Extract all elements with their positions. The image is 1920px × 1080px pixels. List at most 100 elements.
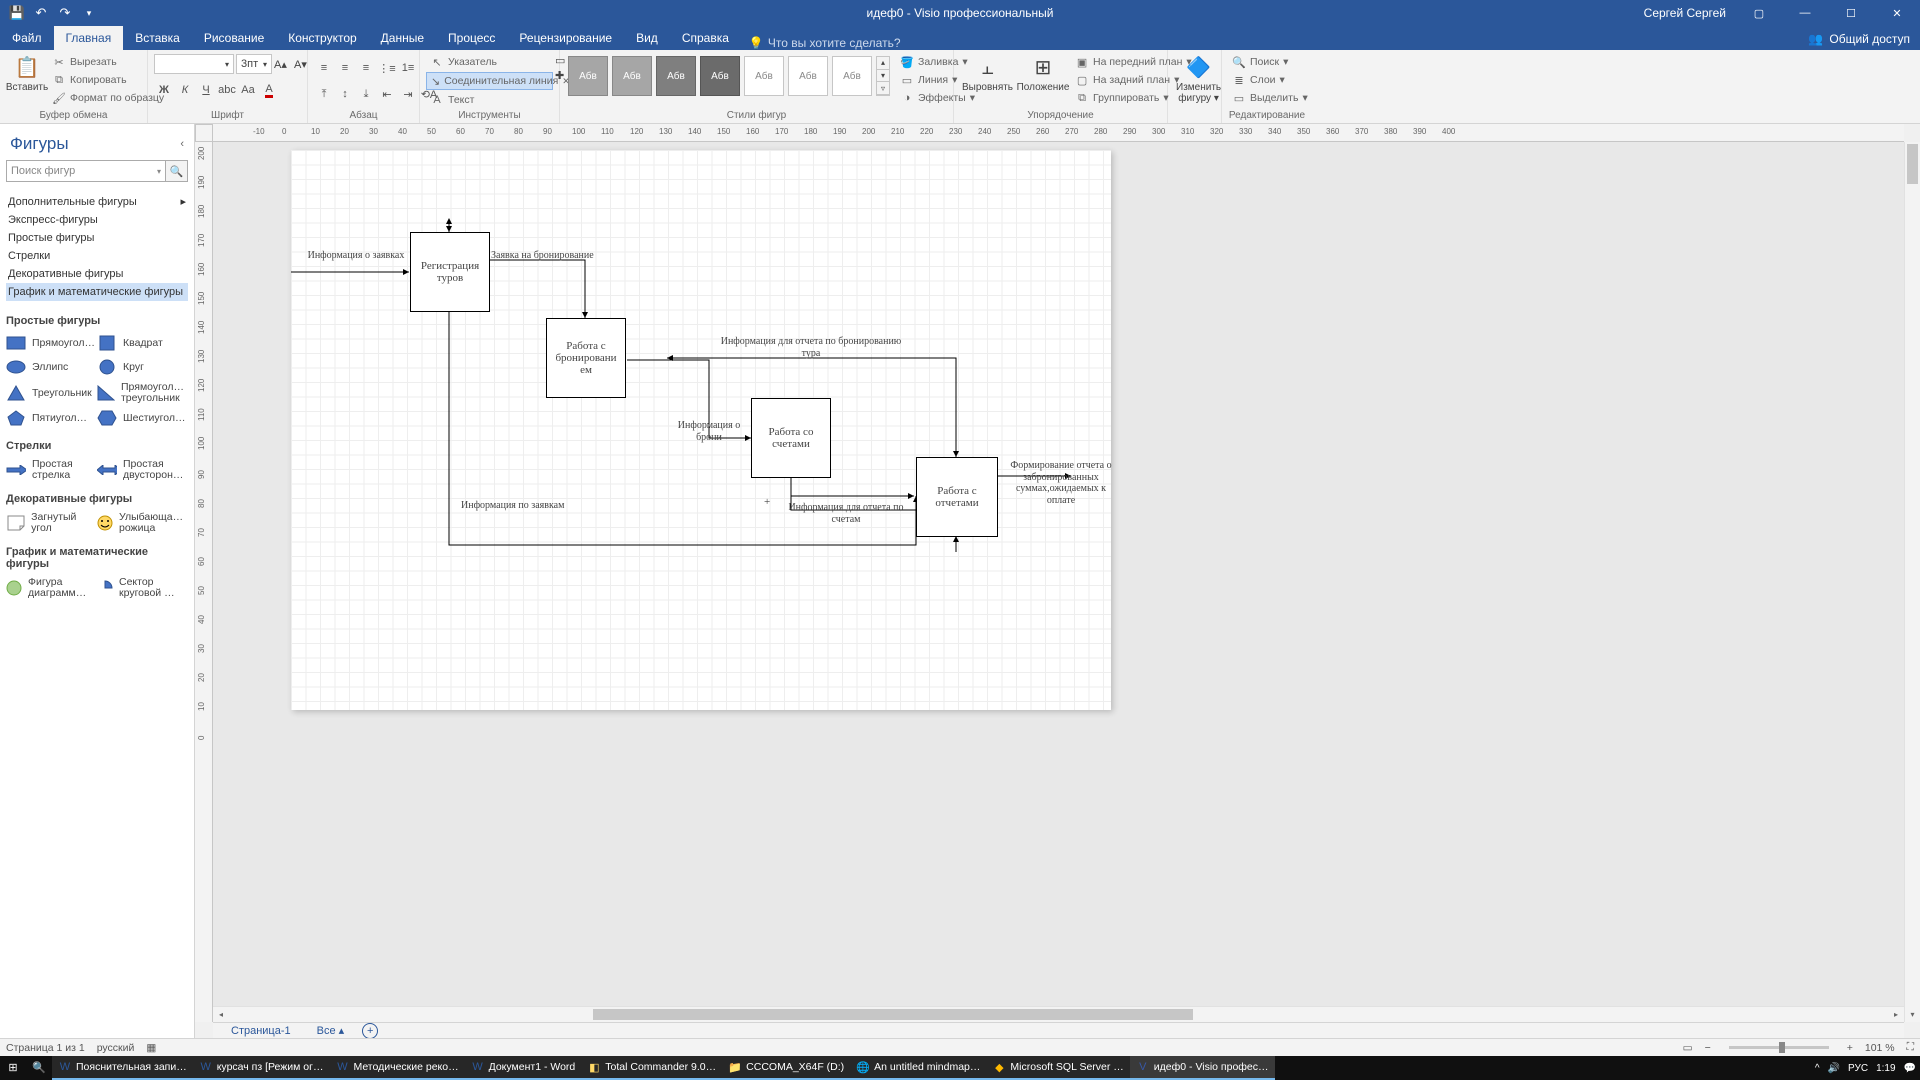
tray-time[interactable]: 1:19 — [1876, 1063, 1895, 1074]
stencil-item[interactable]: Стрелки — [6, 247, 188, 265]
shape-item[interactable]: Простая двусторон… — [97, 456, 188, 483]
shape-search-go[interactable]: 🔍 — [166, 160, 188, 182]
vertical-scrollbar[interactable]: ▴ ▾ — [1904, 142, 1920, 1022]
case-icon[interactable]: Aa — [238, 80, 258, 100]
shape-item[interactable]: Загнутый угол — [6, 509, 97, 536]
tab-insert[interactable]: Вставка — [123, 26, 192, 50]
taskbar-item[interactable]: 🌐An untitled mindmap… — [850, 1056, 986, 1080]
diagram-box[interactable]: Работа с бронировани ем — [546, 318, 626, 398]
valign-mid-icon[interactable]: ↕ — [335, 84, 355, 104]
add-page-button[interactable]: + — [362, 1023, 378, 1039]
select-button[interactable]: ▭Выделить ▾ — [1228, 90, 1312, 106]
shape-item[interactable]: Эллипс — [6, 355, 97, 379]
pointer-tool[interactable]: ↖Указатель — [426, 54, 553, 70]
align-button[interactable]: ⫠Выровнять — [960, 52, 1015, 97]
fit-page-icon[interactable]: ⛶ — [1907, 1041, 1914, 1054]
taskbar-item[interactable]: Wкурсач пз [Режим ог… — [193, 1056, 330, 1080]
grow-font-icon[interactable]: A▴ — [274, 58, 292, 71]
find-button[interactable]: 🔍Поиск ▾ — [1228, 54, 1312, 70]
zoom-out-icon[interactable]: − — [1705, 1042, 1711, 1054]
style-swatch[interactable]: Абв — [744, 56, 784, 96]
undo-icon[interactable]: ↶ — [30, 2, 52, 24]
shape-item[interactable]: Прямоугол… треугольник — [97, 379, 188, 406]
shape-item[interactable]: Простая стрелка — [6, 456, 97, 483]
tray-lang[interactable]: РУС — [1848, 1063, 1868, 1074]
taskbar-item[interactable]: WДокумент1 - Word — [465, 1056, 582, 1080]
horizontal-scrollbar[interactable]: ◂ ▸ — [213, 1006, 1904, 1022]
style-swatch[interactable]: Абв — [612, 56, 652, 96]
save-icon[interactable]: 💾 — [6, 2, 28, 24]
tab-view[interactable]: Вид — [624, 26, 670, 50]
tab-review[interactable]: Рецензирование — [507, 26, 624, 50]
account-name[interactable]: Сергей Сергей — [1634, 6, 1736, 20]
font-size-select[interactable]: 3пт▾ — [236, 54, 272, 74]
presentation-mode-icon[interactable]: ▭ — [1683, 1042, 1693, 1054]
tab-data[interactable]: Данные — [369, 26, 436, 50]
bold-icon[interactable]: Ж — [154, 80, 174, 100]
status-lang[interactable]: русский — [97, 1042, 135, 1054]
zoom-slider[interactable] — [1729, 1046, 1829, 1049]
notifications-icon[interactable]: 💬 — [1904, 1063, 1916, 1074]
bullets-icon[interactable]: ⋮≡ — [377, 58, 397, 78]
style-swatch[interactable]: Абв — [568, 56, 608, 96]
shape-item[interactable]: Сектор круговой … — [97, 574, 188, 601]
taskbar-item[interactable]: Vидеф0 - Visio профес… — [1130, 1056, 1275, 1080]
shape-style-gallery[interactable]: Абв Абв Абв Абв Абв Абв Абв ▴▾▿ — [566, 52, 892, 100]
shape-item[interactable]: Улыбающа… рожица — [97, 509, 188, 536]
ribbon-options-icon[interactable]: ▢ — [1736, 0, 1782, 26]
connector-tool[interactable]: ↘Соединительная линия✕ — [426, 72, 553, 90]
taskbar-item[interactable]: ◆Microsoft SQL Server … — [986, 1056, 1129, 1080]
scroll-right-icon[interactable]: ▸ — [1888, 1007, 1904, 1022]
numbering-icon[interactable]: 1≡ — [398, 58, 418, 78]
style-swatch[interactable]: Абв — [656, 56, 696, 96]
share-button[interactable]: 👥Общий доступ — [1798, 28, 1920, 50]
valign-bot-icon[interactable]: ⤓ — [356, 84, 376, 104]
tab-draw[interactable]: Рисование — [192, 26, 276, 50]
paste-button[interactable]: 📋Вставить — [6, 52, 48, 97]
page-tab[interactable]: Страница-1 — [223, 1024, 299, 1038]
indent-dec-icon[interactable]: ⇤ — [377, 84, 397, 104]
underline-icon[interactable]: Ч — [196, 80, 216, 100]
start-button[interactable]: ⊞ — [0, 1056, 26, 1080]
tab-home[interactable]: Главная — [54, 26, 124, 50]
align-right-icon[interactable]: ≡ — [356, 58, 376, 78]
maximize-button[interactable]: ☐ — [1828, 0, 1874, 26]
layers-button[interactable]: ≣Слои ▾ — [1228, 72, 1312, 88]
macro-icon[interactable]: ▦ — [146, 1042, 156, 1054]
taskbar-item[interactable]: WМетодические реко… — [329, 1056, 464, 1080]
minimize-button[interactable]: — — [1782, 0, 1828, 26]
qat-more-icon[interactable]: ▾ — [78, 2, 100, 24]
redo-icon[interactable]: ↷ — [54, 2, 76, 24]
shape-item[interactable]: Фигура диаграмм… — [6, 574, 97, 601]
scroll-thumb[interactable] — [593, 1009, 1193, 1020]
volume-icon[interactable]: 🔊 — [1828, 1063, 1840, 1074]
shape-item[interactable]: Треугольник — [6, 379, 97, 406]
taskbar-item[interactable]: 📁CCCOMA_X64F (D:) — [722, 1056, 850, 1080]
shape-item[interactable]: Круг — [97, 355, 188, 379]
taskbar-item[interactable]: ◧Total Commander 9.0… — [581, 1056, 722, 1080]
gallery-nav[interactable]: ▴▾▿ — [876, 56, 890, 96]
diagram-box[interactable]: Регистрация туров — [410, 232, 490, 312]
drawing-canvas[interactable]: Регистрация туров Работа с бронировани е… — [213, 142, 1904, 1006]
strike-icon[interactable]: abc — [217, 80, 237, 100]
scroll-thumb[interactable] — [1907, 144, 1918, 184]
diagram-box[interactable]: Работа со счетами — [751, 398, 831, 478]
font-family-select[interactable]: ▾ — [154, 54, 234, 74]
italic-icon[interactable]: К — [175, 80, 195, 100]
system-tray[interactable]: ^ 🔊 РУС 1:19 💬 — [1815, 1063, 1920, 1074]
style-swatch[interactable]: Абв — [832, 56, 872, 96]
page[interactable]: Регистрация туров Работа с бронировани е… — [291, 150, 1111, 710]
tab-file[interactable]: Файл — [0, 26, 54, 50]
close-button[interactable]: ✕ — [1874, 0, 1920, 26]
text-tool[interactable]: AТекст — [426, 92, 553, 108]
scroll-left-icon[interactable]: ◂ — [213, 1007, 229, 1022]
shape-item[interactable]: Пятиугол… — [6, 406, 97, 430]
shape-item[interactable]: Прямоугол… — [6, 331, 97, 355]
style-swatch[interactable]: Абв — [700, 56, 740, 96]
search-button[interactable]: 🔍 — [26, 1056, 52, 1080]
tab-help[interactable]: Справка — [670, 26, 741, 50]
font-color-icon[interactable]: A — [259, 80, 279, 100]
collapse-pane-icon[interactable]: ‹ — [180, 138, 184, 150]
shape-search-input[interactable]: Поиск фигур▾ — [6, 160, 166, 182]
indent-inc-icon[interactable]: ⇥ — [398, 84, 418, 104]
